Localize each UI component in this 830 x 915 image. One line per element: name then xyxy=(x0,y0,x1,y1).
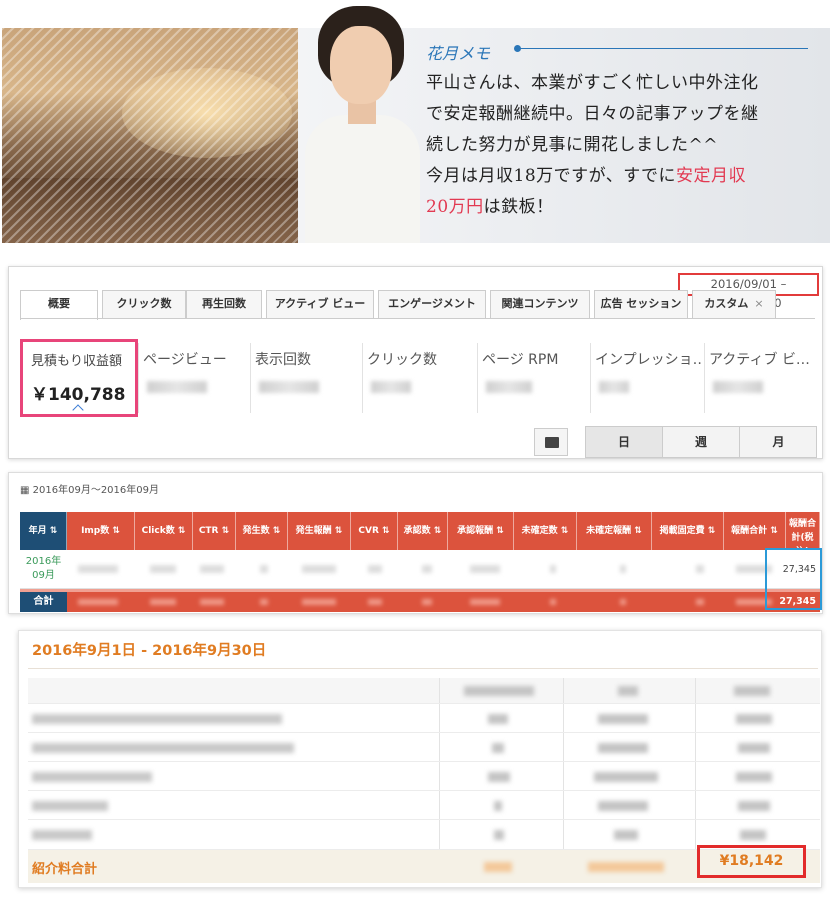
blurred-value xyxy=(486,381,532,393)
close-icon[interactable]: × xyxy=(754,297,763,310)
table-row xyxy=(28,762,820,791)
total-value: ¥18,142 xyxy=(697,845,806,878)
col-header-imp[interactable]: Imp数 ⇅ xyxy=(67,512,135,550)
col-header-reward-total-tax: 報酬合計(税込) xyxy=(786,512,820,550)
tab-overview[interactable]: 概要 xyxy=(20,290,98,320)
memo-title: 花月メモ xyxy=(426,44,491,63)
comment-button[interactable] xyxy=(534,428,568,456)
tab-ad-sessions[interactable]: 広告 セッション xyxy=(594,290,688,318)
tabs-divider xyxy=(20,318,815,319)
metric-pageviews[interactable]: ページビュー xyxy=(138,343,250,413)
memo-line-5: 20万円は鉄板！ xyxy=(426,197,554,217)
table-row xyxy=(28,704,820,733)
tab-engagement[interactable]: エンゲージメント xyxy=(378,290,486,318)
metric-impressions[interactable]: 表示回数 xyxy=(250,343,362,413)
col-header-approvals[interactable]: 承認数 ⇅ xyxy=(398,512,448,550)
caret-up-icon xyxy=(72,404,84,416)
metric-label: クリック数 xyxy=(367,352,437,368)
metric-active-view[interactable]: アクティブ ビ… xyxy=(704,343,816,413)
period-week-button[interactable]: 週 xyxy=(663,427,740,457)
metric-page-rpm[interactable]: ページ RPM xyxy=(477,343,589,413)
tab-active-view[interactable]: アクティブ ビュー xyxy=(266,290,374,318)
office-photo xyxy=(2,28,298,243)
col-header-reward-total[interactable]: 報酬合計 ⇅ xyxy=(724,512,786,550)
metric-estimated-earnings[interactable]: 見積もり収益額 ￥140,788 xyxy=(20,339,138,417)
blurred-value xyxy=(713,381,763,393)
memo-highlight: 安定月収 xyxy=(675,166,746,186)
table-row xyxy=(28,791,820,820)
col-header-cvr[interactable]: CVR ⇅ xyxy=(351,512,398,550)
period-toggle: 日 週 月 xyxy=(585,426,817,458)
highlight-box xyxy=(765,548,822,610)
comment-icon xyxy=(545,437,559,448)
table-row: 2016年09月 xyxy=(20,550,820,589)
total-label: 合計 xyxy=(20,592,67,612)
title-divider xyxy=(28,668,818,669)
author-portrait xyxy=(300,0,425,243)
memo-highlight: 20万円 xyxy=(426,197,484,217)
metric-label: ページビュー xyxy=(143,352,227,368)
col-header-fixed-fee[interactable]: 掲載固定費 ⇅ xyxy=(652,512,724,550)
affiliate-table-header: 年月 ⇅ Imp数 ⇅ Click数 ⇅ CTR ⇅ 発生数 ⇅ 発生報酬 ⇅ … xyxy=(20,512,820,550)
metric-label: アクティブ ビ… xyxy=(709,352,810,368)
col-header-ctr[interactable]: CTR ⇅ xyxy=(193,512,236,550)
tab-clicks[interactable]: クリック数 xyxy=(102,290,186,318)
col-header-pending[interactable]: 未確定数 ⇅ xyxy=(514,512,577,550)
memo-line-2: で安定報酬継続中。日々の記事アップを継 xyxy=(426,104,759,124)
metric-impression-rpm[interactable]: インプレッショ… xyxy=(590,343,703,413)
col-header-month[interactable]: 年月 ⇅ xyxy=(20,512,67,550)
tab-related-content[interactable]: 関連コンテンツ xyxy=(490,290,590,318)
memo-line-3: 続した努力が見事に開花しました^^ xyxy=(426,135,718,155)
metric-clicks[interactable]: クリック数 xyxy=(362,343,474,413)
memo-line-1: 平山さんは、本業がすごく忙しい中外注化 xyxy=(426,73,759,93)
affiliate-date-range: ▦ 2016年09月～2016年09月 xyxy=(20,485,159,496)
total-label: 紹介料合計 xyxy=(32,862,98,877)
blurred-value xyxy=(147,381,207,393)
metric-label: インプレッショ… xyxy=(595,352,703,368)
col-header-occurrences[interactable]: 発生数 ⇅ xyxy=(236,512,288,550)
memo-line-4: 今月は月収18万ですが、すでに安定月収 xyxy=(426,166,746,186)
col-header-occurrence-reward[interactable]: 発生報酬 ⇅ xyxy=(288,512,351,550)
metric-label: 表示回数 xyxy=(255,352,311,368)
tab-custom[interactable]: カスタム × xyxy=(692,290,776,318)
table-row xyxy=(28,733,820,762)
table-header-row xyxy=(28,678,820,704)
metric-label: 見積もり収益額 xyxy=(31,354,123,369)
blurred-value xyxy=(371,381,411,393)
metric-label: ページ RPM xyxy=(482,352,559,368)
blurred-value xyxy=(259,381,319,393)
row-month[interactable]: 2016年09月 xyxy=(20,550,67,589)
col-header-approved-reward[interactable]: 承認報酬 ⇅ xyxy=(448,512,514,550)
col-header-click[interactable]: Click数 ⇅ xyxy=(135,512,193,550)
total-row: 合計 xyxy=(20,592,820,612)
col-header-pending-reward[interactable]: 未確定報酬 ⇅ xyxy=(577,512,652,550)
metric-value: ￥140,788 xyxy=(31,385,126,405)
memo-text: 平山さんは、本業がすごく忙しい中外注化 で安定報酬継続中。日々の記事アップを継 … xyxy=(426,68,818,223)
period-day-button[interactable]: 日 xyxy=(586,427,663,457)
referral-title: 2016年9月1日 - 2016年9月30日 xyxy=(32,643,267,659)
period-month-button[interactable]: 月 xyxy=(740,427,817,457)
blurred-value xyxy=(599,381,629,393)
tab-plays[interactable]: 再生回数 xyxy=(186,290,262,318)
memo-title-divider xyxy=(514,45,808,52)
